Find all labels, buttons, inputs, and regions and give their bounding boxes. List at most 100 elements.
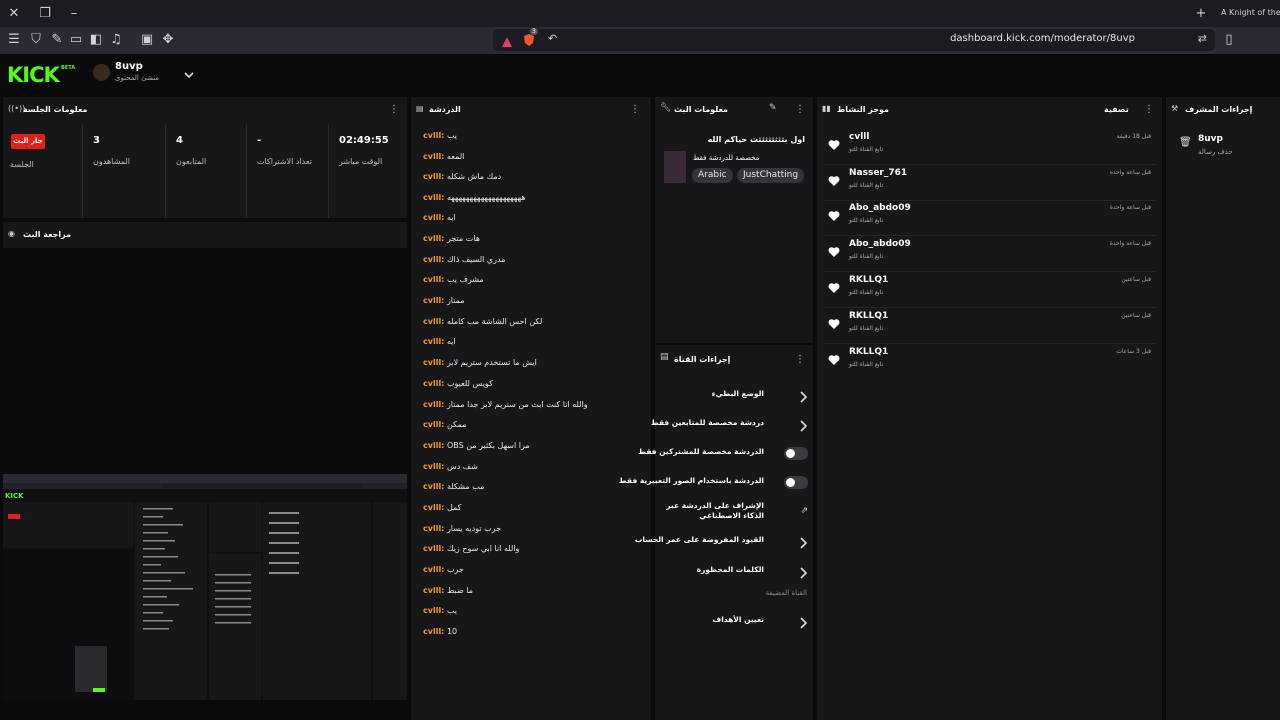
chat-username[interactable]: cvlll: <box>423 152 444 161</box>
activity-username[interactable]: Abo_abdo09 <box>849 239 911 249</box>
tag-arabic[interactable]: Arabic <box>692 168 733 183</box>
chat-username[interactable]: cvlll: <box>423 379 444 388</box>
menu-icon[interactable]: ☰ <box>6 32 22 48</box>
slow-mode-row[interactable]: الوضع البطيء <box>660 381 808 407</box>
brave-rewards-icon[interactable] <box>501 33 513 47</box>
activity-item[interactable]: RKLLQ1 تابع القناة للتو قبل ساعتين <box>824 308 1156 344</box>
chat-username[interactable]: cvlll: <box>423 193 444 202</box>
followers-only-row[interactable]: دردشة مخصصة للمتابعين فقط <box>651 410 808 436</box>
chat-username[interactable]: cvlll: <box>423 482 444 491</box>
activity-username[interactable]: RKLLQ1 <box>849 347 888 357</box>
chat-username[interactable]: cvlll: <box>423 213 444 222</box>
music-icon[interactable]: ♫ <box>108 32 124 48</box>
chevron-down-icon[interactable] <box>183 66 195 79</box>
chat-message[interactable]: cvlll: شف دس <box>423 460 478 474</box>
chat-username[interactable]: cvlll: <box>423 255 444 264</box>
more-options-icon[interactable]: ⋮ <box>795 105 805 115</box>
account-age-row[interactable]: القيود المفروضة على عمر الحساب <box>635 527 808 553</box>
kick-logo[interactable]: KICK <box>7 63 60 87</box>
reload-icon[interactable]: ↶ <box>548 32 557 45</box>
chat-message[interactable]: cvlll: دمك ماش شكله <box>423 170 501 184</box>
tag-justchatting[interactable]: JustChatting <box>737 168 805 183</box>
chat-message[interactable]: cvlll: ايه <box>423 335 456 349</box>
chat-message[interactable]: cvlll: يب <box>423 604 457 618</box>
chat-message[interactable]: cvlll: والله انا ابي سوح زيك <box>423 542 519 556</box>
extensions-icon[interactable]: ✥ <box>160 32 176 48</box>
share-icon[interactable]: ⇄ <box>1198 32 1207 45</box>
brush-icon[interactable]: ✎ <box>49 32 65 48</box>
chat-message[interactable]: cvlll: هات متجر <box>423 232 480 246</box>
activity-item[interactable]: cvlll تابع القناة للتو قبل 18 دقيقة <box>824 129 1156 165</box>
banned-words-row[interactable]: الكلمات المحظورة <box>660 557 808 583</box>
activity-item[interactable]: Abo_abdo09 تابع القناة للتو قبل ساعة واح… <box>824 236 1156 272</box>
activity-username[interactable]: RKLLQ1 <box>849 311 888 321</box>
filter-button[interactable]: تصفية <box>1104 105 1129 114</box>
chat-message[interactable]: cvlll: يب <box>423 129 457 143</box>
chat-username[interactable]: cvlll: <box>423 275 444 284</box>
bookmark-icon[interactable]: ▯ <box>1221 32 1237 48</box>
subscribers-only-toggle[interactable] <box>784 447 808 460</box>
chat-username[interactable]: cvlll: <box>423 296 444 305</box>
channel-name[interactable]: 8uvp <box>115 61 143 72</box>
chat-username[interactable]: cvlll: <box>423 606 444 615</box>
chat-message[interactable]: cvlll: كويس للعيوب <box>423 377 493 391</box>
chat-message[interactable]: cvlll: OBS مرا اسهل بكثير من <box>423 439 530 453</box>
url-text[interactable]: dashboard.kick.com/moderator/8uvp <box>950 33 1135 44</box>
chat-username[interactable]: cvlll: <box>423 172 444 181</box>
sidebar-icon[interactable]: ◧ <box>88 32 104 48</box>
chat-username[interactable]: cvlll: <box>423 544 444 553</box>
chat-username[interactable]: cvlll: <box>423 503 444 512</box>
activity-item[interactable]: Abo_abdo09 تابع القناة للتو قبل ساعة واح… <box>824 200 1156 236</box>
minimize-window-icon[interactable]: – <box>66 6 82 22</box>
chat-username[interactable]: cvlll: <box>423 565 444 574</box>
chat-message[interactable]: cvlll: جرب توديه يسار <box>423 522 501 536</box>
chat-username[interactable]: cvlll: <box>423 317 444 326</box>
chat-message[interactable]: cvlll: مشرف يب <box>423 273 484 287</box>
screenshot-icon[interactable]: ▣ <box>139 32 155 48</box>
chat-username[interactable]: cvlll: <box>423 234 444 243</box>
wallet-icon[interactable]: ▭ <box>68 32 84 48</box>
avatar[interactable] <box>93 64 110 81</box>
close-window-icon[interactable]: ✕ <box>6 6 22 22</box>
moderator-action-user[interactable]: 8uvp <box>1198 134 1223 144</box>
new-tab-icon[interactable]: + <box>1193 6 1209 22</box>
chat-message[interactable]: cvlll: ههههههههههههههههههههه <box>423 191 526 205</box>
chat-message[interactable]: cvlll: مب مشكلة <box>423 480 484 494</box>
chat-message[interactable]: cvlll: ممتاز <box>423 294 465 308</box>
ai-moderation-row[interactable]: الإشراف على الدردشة عبر الذكاء الاصطناعي… <box>660 497 808 527</box>
chat-message[interactable]: cvlll: المعه <box>423 150 464 164</box>
activity-item[interactable]: Nasser_761 تابع القناة للتو قبل ساعة واح… <box>824 165 1156 201</box>
url-bar[interactable]: 3 ↶ dashboard.kick.com/moderator/8uvp ⇄ <box>493 28 1215 51</box>
edit-icon[interactable]: ✎ <box>769 103 777 113</box>
activity-username[interactable]: Nasser_761 <box>849 168 907 178</box>
more-options-icon[interactable]: ⋮ <box>1144 105 1154 115</box>
chat-message[interactable]: cvlll: 10 <box>423 625 457 639</box>
shield-icon[interactable]: ⛉ <box>28 32 44 48</box>
emotes-only-toggle[interactable] <box>784 476 808 489</box>
chat-message[interactable]: cvlll: ممكن <box>423 418 466 432</box>
activity-username[interactable]: RKLLQ1 <box>849 275 888 285</box>
chat-message[interactable]: cvlll: لكن احس الشاشة مب كامله <box>423 315 542 329</box>
more-options-icon[interactable]: ⋮ <box>795 355 805 365</box>
stream-preview[interactable]: KICK <box>3 474 407 700</box>
activity-item[interactable]: RKLLQ1 تابع القناة للتو قبل 3 ساعات <box>824 344 1156 380</box>
activity-username[interactable]: cvlll <box>849 132 869 142</box>
tab-title[interactable]: A Knight of the S <box>1221 8 1280 17</box>
chat-username[interactable]: cvlll: <box>423 358 444 367</box>
chat-message[interactable]: cvlll: كمل <box>423 501 461 515</box>
chat-username[interactable]: cvlll: <box>423 586 444 595</box>
chat-message[interactable]: cvlll: مدري السيف ذاك <box>423 253 506 267</box>
chat-username[interactable]: cvlll: <box>423 131 444 140</box>
chat-username[interactable]: cvlll: <box>423 441 444 450</box>
restore-window-icon[interactable]: ❐ <box>37 6 53 22</box>
activity-item[interactable]: RKLLQ1 تابع القناة للتو قبل ساعتين <box>824 272 1156 308</box>
chat-message[interactable]: cvlll: ما ضبط <box>423 584 473 598</box>
more-options-icon[interactable]: ⋮ <box>630 105 640 115</box>
chat-username[interactable]: cvlll: <box>423 627 444 636</box>
chat-username[interactable]: cvlll: <box>423 524 444 533</box>
chat-username[interactable]: cvlll: <box>423 462 444 471</box>
chat-message[interactable]: cvlll: ايه <box>423 211 456 225</box>
set-goals-row[interactable]: تعيين الأهداف <box>660 607 808 633</box>
chat-message[interactable]: cvlll: والله انا كنت ابث من ستريم لابز ج… <box>423 398 588 412</box>
chat-username[interactable]: cvlll: <box>423 400 444 409</box>
